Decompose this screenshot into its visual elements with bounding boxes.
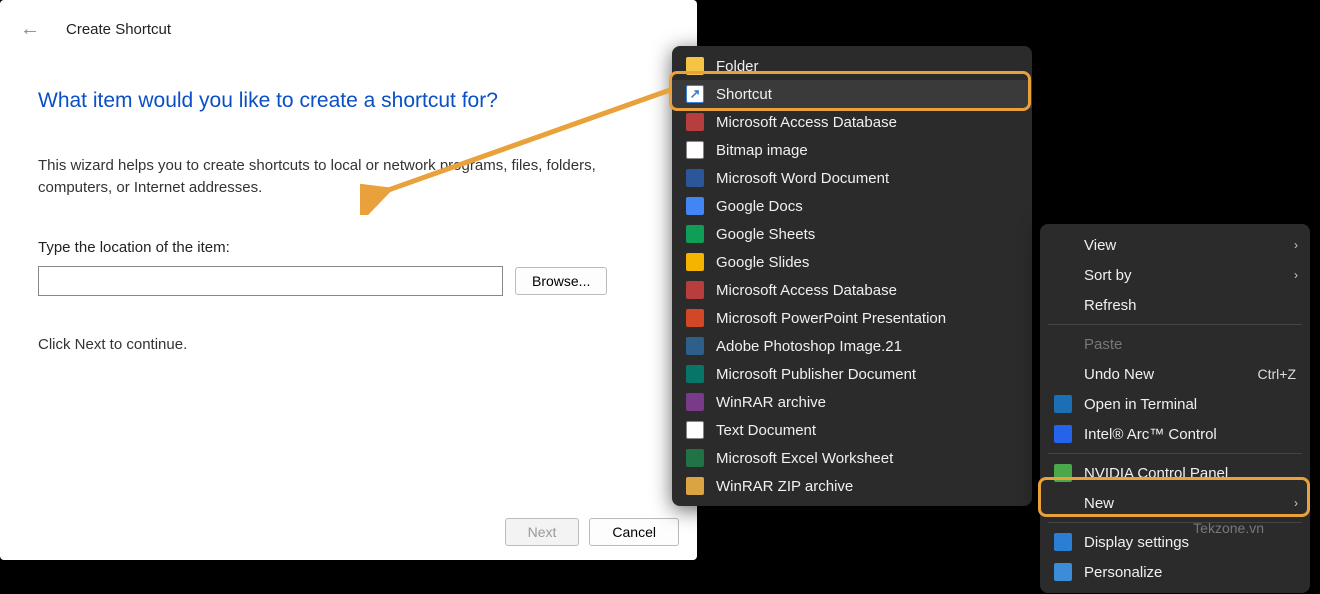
terminal-icon [1054,395,1072,413]
ctx-sort-by[interactable]: Sort by › [1040,260,1310,290]
chevron-right-icon: › [1294,238,1298,252]
dialog-header: ← Create Shortcut [0,0,697,51]
submenu-item-label: Microsoft PowerPoint Presentation [716,310,946,327]
intel-icon [1054,425,1072,443]
submenu-item-bitmap[interactable]: Bitmap image [672,136,1032,164]
submenu-item-shortcut[interactable]: ↗ Shortcut [672,80,1032,108]
psd-icon [686,337,704,355]
submenu-item-label: Google Slides [716,254,809,271]
ctx-undo-accel: Ctrl+Z [1258,366,1297,382]
back-arrow-icon[interactable]: ← [20,18,40,41]
ctx-paste-label: Paste [1084,336,1122,353]
submenu-item-label: Microsoft Excel Worksheet [716,450,893,467]
ctx-intel-label: Intel® Arc™ Control [1084,426,1217,443]
gslides-icon [686,253,704,271]
browse-button[interactable]: Browse... [515,267,607,295]
personalize-icon [1054,563,1072,581]
submenu-item-gsheets[interactable]: Google Sheets [672,220,1032,248]
dialog-title: Create Shortcut [66,21,171,38]
desktop-context-menu: View › Sort by › Refresh Paste Undo New … [1040,224,1310,593]
new-submenu: Folder ↗ Shortcut Microsoft Access Database… [672,46,1032,506]
submenu-item-zip[interactable]: WinRAR ZIP archive [672,472,1032,500]
submenu-item-xls[interactable]: Microsoft Excel Worksheet [672,444,1032,472]
word-icon [686,169,704,187]
submenu-item-label: Microsoft Access Database [716,282,897,299]
ctx-personalize[interactable]: Personalize [1040,557,1310,587]
ctx-nvidia[interactable]: NVIDIA Control Panel [1040,458,1310,488]
submenu-item-access[interactable]: Microsoft Access Database [672,276,1032,304]
access-icon [686,281,704,299]
dialog-body: What item would you like to create a sho… [0,89,697,353]
submenu-item-rar[interactable]: WinRAR archive [672,388,1032,416]
separator [1048,453,1302,454]
access-icon [686,113,704,131]
bitmap-icon [686,141,704,159]
separator [1048,324,1302,325]
submenu-item-folder[interactable]: Folder [672,52,1032,80]
pub-icon [686,365,704,383]
ctx-paste: Paste [1040,329,1310,359]
xls-icon [686,449,704,467]
submenu-item-ppt[interactable]: Microsoft PowerPoint Presentation [672,304,1032,332]
submenu-item-label: Folder [716,58,759,75]
ctx-new-label: New [1084,495,1114,512]
submenu-item-pub[interactable]: Microsoft Publisher Document [672,360,1032,388]
dialog-heading: What item would you like to create a sho… [38,89,659,113]
submenu-item-label: WinRAR ZIP archive [716,478,853,495]
submenu-item-label: Google Docs [716,198,803,215]
rar-icon [686,393,704,411]
ctx-view[interactable]: View › [1040,230,1310,260]
ctx-undo-label: Undo New [1084,366,1154,383]
ctx-intel-arc[interactable]: Intel® Arc™ Control [1040,419,1310,449]
submenu-item-access[interactable]: Microsoft Access Database [672,108,1032,136]
gdocs-icon [686,197,704,215]
folder-icon [686,57,704,75]
submenu-item-label: Google Sheets [716,226,815,243]
gsheets-icon [686,225,704,243]
submenu-item-gslides[interactable]: Google Slides [672,248,1032,276]
submenu-item-label: Microsoft Access Database [716,114,897,131]
location-input[interactable] [38,266,503,296]
submenu-item-gdocs[interactable]: Google Docs [672,192,1032,220]
submenu-item-label: Shortcut [716,86,772,103]
ppt-icon [686,309,704,327]
create-shortcut-dialog: ← Create Shortcut What item would you li… [0,0,697,560]
ctx-display-settings[interactable]: Display settings [1040,527,1310,557]
chevron-right-icon: › [1294,268,1298,282]
submenu-item-label: Microsoft Publisher Document [716,366,916,383]
zip-icon [686,477,704,495]
ctx-nvidia-label: NVIDIA Control Panel [1084,465,1228,482]
location-label: Type the location of the item: [38,239,659,256]
submenu-item-label: Microsoft Word Document [716,170,889,187]
chevron-right-icon: › [1294,496,1298,510]
shortcut-icon: ↗ [686,85,704,103]
dialog-description: This wizard helps you to create shortcut… [38,155,608,199]
dialog-footer: Next Cancel [505,518,679,546]
ctx-personalize-label: Personalize [1084,564,1162,581]
submenu-item-label: Adobe Photoshop Image.21 [716,338,902,355]
ctx-undo[interactable]: Undo New Ctrl+Z [1040,359,1310,389]
submenu-item-word[interactable]: Microsoft Word Document [672,164,1032,192]
ctx-new[interactable]: New › [1040,488,1310,518]
continue-text: Click Next to continue. [38,336,659,353]
submenu-item-label: WinRAR archive [716,394,826,411]
ctx-terminal-label: Open in Terminal [1084,396,1197,413]
next-button[interactable]: Next [505,518,580,546]
submenu-item-label: Bitmap image [716,142,808,159]
submenu-item-label: Text Document [716,422,816,439]
display-icon [1054,533,1072,551]
nvidia-icon [1054,464,1072,482]
cancel-button[interactable]: Cancel [589,518,679,546]
separator [1048,522,1302,523]
location-row: Browse... [38,266,659,296]
submenu-item-psd[interactable]: Adobe Photoshop Image.21 [672,332,1032,360]
ctx-open-terminal[interactable]: Open in Terminal [1040,389,1310,419]
ctx-refresh[interactable]: Refresh [1040,290,1310,320]
ctx-refresh-label: Refresh [1084,297,1137,314]
submenu-item-txt[interactable]: Text Document [672,416,1032,444]
ctx-view-label: View [1084,237,1116,254]
txt-icon [686,421,704,439]
ctx-display-label: Display settings [1084,534,1189,551]
ctx-sort-label: Sort by [1084,267,1132,284]
